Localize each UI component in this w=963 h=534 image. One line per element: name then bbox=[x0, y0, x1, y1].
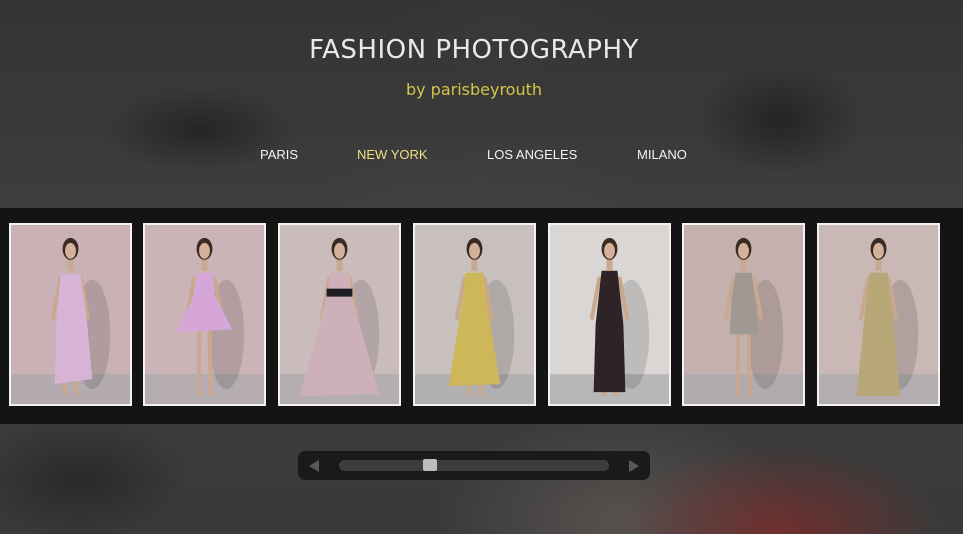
site-title: FASHION PHOTOGRAPHY bbox=[309, 35, 639, 65]
arrow-left-icon[interactable] bbox=[306, 458, 322, 474]
photo-thumbnail[interactable] bbox=[413, 223, 536, 406]
site-header: FASHION PHOTOGRAPHY by parisbeyrouth PAR… bbox=[0, 0, 963, 200]
runway-photo bbox=[145, 225, 264, 404]
gallery-scrollbar bbox=[298, 451, 650, 480]
photo-thumbnail[interactable] bbox=[682, 223, 805, 406]
photo-thumbnail[interactable] bbox=[143, 223, 266, 406]
runway-photo bbox=[11, 225, 130, 404]
nav-item-new-york[interactable]: NEW YORK bbox=[357, 147, 428, 163]
runway-photo bbox=[684, 225, 803, 404]
arrow-right-icon[interactable] bbox=[626, 458, 642, 474]
photo-thumbnail[interactable] bbox=[278, 223, 401, 406]
nav-item-milano[interactable]: MILANO bbox=[637, 147, 687, 163]
site-subtitle: by parisbeyrouth bbox=[405, 80, 543, 99]
nav-item-los-angeles[interactable]: LOS ANGELES bbox=[487, 147, 577, 163]
thumbnail-strip bbox=[0, 208, 963, 424]
photo-thumbnail[interactable] bbox=[817, 223, 940, 406]
nav-item-paris[interactable]: PARIS bbox=[260, 147, 298, 163]
photo-thumbnail[interactable] bbox=[548, 223, 671, 406]
scroll-track[interactable] bbox=[339, 459, 609, 471]
city-nav: PARIS NEW YORK LOS ANGELES MILANO bbox=[0, 147, 963, 165]
runway-photo bbox=[280, 225, 399, 404]
photo-thumbnail[interactable] bbox=[9, 223, 132, 406]
runway-photo bbox=[819, 225, 938, 404]
runway-photo bbox=[415, 225, 534, 404]
runway-photo bbox=[550, 225, 669, 404]
scroll-thumb[interactable] bbox=[423, 459, 437, 471]
